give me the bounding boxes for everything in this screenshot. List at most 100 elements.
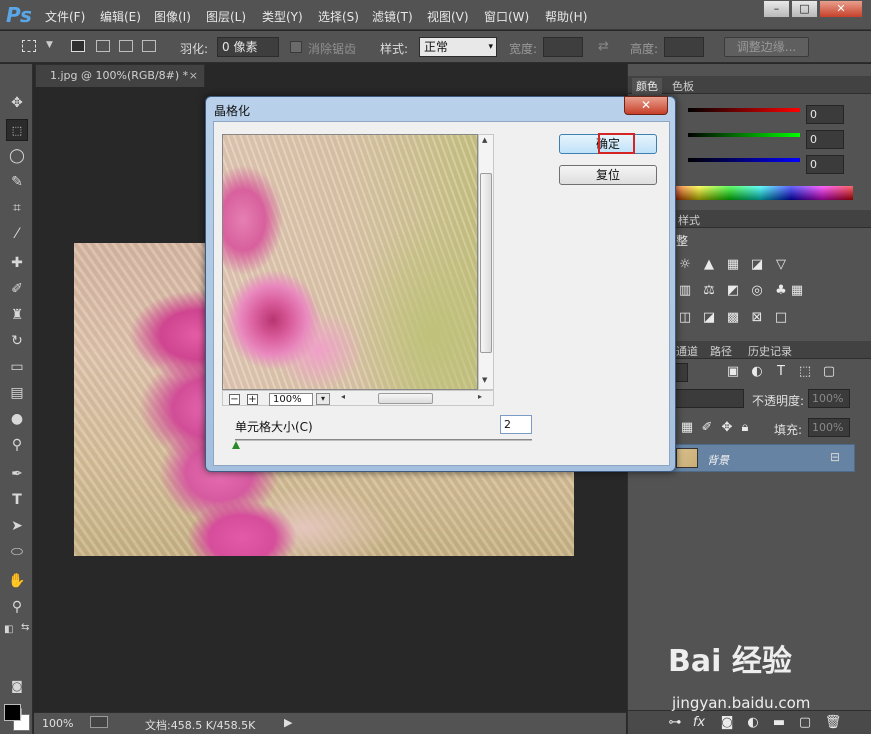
scroll-left-icon[interactable]: ◂ <box>341 392 345 401</box>
menu-view[interactable]: 视图(V) <box>427 8 469 25</box>
maximize-button[interactable]: □ <box>791 0 818 18</box>
move-tool-icon[interactable]: ✥ <box>6 92 28 114</box>
antialias-checkbox[interactable] <box>290 41 302 53</box>
tab-history[interactable]: 历史记录 <box>748 343 792 359</box>
menu-select[interactable]: 选择(S) <box>318 8 359 25</box>
menu-image[interactable]: 图像(I) <box>154 8 191 25</box>
refine-edge-button[interactable]: 调整边缘... <box>724 37 809 57</box>
filter-adjust-icon[interactable]: ◐ <box>748 364 766 380</box>
quick-select-icon[interactable]: ✎ <box>6 171 28 193</box>
brush-tool-icon[interactable]: ✐ <box>6 278 28 300</box>
preview-vertical-thumb[interactable] <box>480 173 492 353</box>
blur-tool-icon[interactable]: ● <box>6 408 28 430</box>
filter-preview[interactable] <box>222 134 478 390</box>
green-slider[interactable] <box>688 133 800 137</box>
levels-icon[interactable]: ▲ <box>700 257 718 273</box>
style-select[interactable]: 正常 ▾ <box>419 37 497 57</box>
lock-move-icon[interactable]: ✥ <box>718 420 736 436</box>
red-slider[interactable] <box>688 108 800 112</box>
lock-paint-icon[interactable]: ✐ <box>698 420 716 436</box>
threshold-icon[interactable]: ▩ <box>724 310 742 326</box>
default-colors-icon[interactable]: ◧ <box>4 624 13 635</box>
selective-color-icon[interactable]: □ <box>772 310 790 326</box>
opacity-input[interactable]: 100% <box>808 389 850 408</box>
scroll-right-icon[interactable]: ▸ <box>478 392 482 401</box>
quick-mask-icon[interactable]: ◙ <box>6 675 28 697</box>
filter-shape-icon[interactable]: ⬚ <box>796 364 814 380</box>
hand-tool-icon[interactable]: ✋ <box>6 570 28 592</box>
menu-help[interactable]: 帮助(H) <box>545 8 587 25</box>
menu-window[interactable]: 窗口(W) <box>484 8 529 25</box>
path-select-icon[interactable]: ➤ <box>6 515 28 537</box>
lasso-tool-icon[interactable]: ◯ <box>6 145 28 167</box>
intersect-selection-icon[interactable] <box>142 40 156 52</box>
menu-edit[interactable]: 编辑(E) <box>100 8 141 25</box>
tab-paths[interactable]: 路径 <box>710 343 732 359</box>
history-brush-icon[interactable]: ↻ <box>6 330 28 352</box>
subtract-selection-icon[interactable] <box>119 40 133 52</box>
width-input[interactable] <box>543 37 583 57</box>
foreground-color-swatch[interactable] <box>4 704 21 721</box>
new-selection-icon[interactable] <box>71 40 85 52</box>
menu-layer[interactable]: 图层(L) <box>206 8 246 25</box>
close-tab-icon[interactable]: × <box>189 65 198 87</box>
color-lookup-icon[interactable]: ▦ <box>788 283 806 299</box>
green-value[interactable]: 0 <box>806 130 844 149</box>
brightness-icon[interactable]: ☼ <box>676 257 694 273</box>
ellipse-tool-icon[interactable]: ⬭ <box>6 541 28 563</box>
dialog-close-button[interactable]: ✕ <box>624 96 668 115</box>
healing-brush-icon[interactable]: ✚ <box>6 252 28 274</box>
scroll-down-icon[interactable]: ▼ <box>482 376 487 384</box>
lock-all-icon[interactable]: 🔒︎ <box>736 420 754 436</box>
fill-input[interactable]: 100% <box>808 418 850 437</box>
preview-horizontal-thumb[interactable] <box>378 393 433 404</box>
menu-type[interactable]: 类型(Y) <box>262 8 303 25</box>
menu-file[interactable]: 文件(F) <box>45 8 85 25</box>
pen-tool-icon[interactable]: ✒ <box>6 463 28 485</box>
marquee-tool-icon[interactable]: ⬚ <box>6 119 28 141</box>
chevron-down-icon[interactable]: ▼ <box>46 40 53 50</box>
preview-zoom-field[interactable]: 100% <box>269 393 313 406</box>
scroll-up-icon[interactable]: ▲ <box>482 136 487 144</box>
cell-size-input[interactable]: 2 <box>500 415 532 434</box>
zoom-dropdown-icon[interactable]: ▾ <box>316 393 330 405</box>
crop-tool-icon[interactable]: ⌗ <box>6 197 28 219</box>
layer-row-background[interactable]: 背景 ⊟ <box>672 444 855 472</box>
gradient-map-icon[interactable]: ⊠ <box>748 310 766 326</box>
swap-colors-icon[interactable]: ⇆ <box>21 622 29 633</box>
zoom-tool-icon[interactable]: ⚲ <box>6 596 28 618</box>
exposure-icon[interactable]: ◪ <box>748 257 766 273</box>
tab-swatches[interactable]: 色板 <box>672 78 694 94</box>
filter-type-icon[interactable]: T <box>772 364 790 380</box>
minimize-button[interactable]: – <box>763 0 790 18</box>
zoom-out-button[interactable]: − <box>229 394 240 405</box>
filter-smart-icon[interactable]: ▢ <box>820 364 838 380</box>
vibrance-icon[interactable]: ▽ <box>772 257 790 273</box>
curves-icon[interactable]: ▦ <box>724 257 742 273</box>
cell-size-slider-handle[interactable] <box>232 441 240 449</box>
tab-styles[interactable]: 样式 <box>678 212 700 228</box>
stamp-tool-icon[interactable]: ♜ <box>6 304 28 326</box>
cell-size-slider[interactable] <box>235 439 532 441</box>
posterize-icon[interactable]: ◪ <box>700 310 718 326</box>
eraser-icon[interactable]: ▭ <box>6 356 28 378</box>
close-button[interactable]: ✕ <box>819 0 863 18</box>
dodge-tool-icon[interactable]: ⚲ <box>6 434 28 456</box>
add-selection-icon[interactable] <box>96 40 110 52</box>
menu-filter[interactable]: 滤镜(T) <box>372 8 413 25</box>
invert-icon[interactable]: ◫ <box>676 310 694 326</box>
eyedropper-icon[interactable]: ⁄ <box>6 223 28 245</box>
height-input[interactable] <box>664 37 704 57</box>
feather-input[interactable]: 0 像素 <box>217 37 279 57</box>
type-tool-icon[interactable]: T <box>6 489 28 511</box>
zoom-in-button[interactable]: + <box>247 394 258 405</box>
red-value[interactable]: 0 <box>806 105 844 124</box>
color-balance-icon[interactable]: ⚖ <box>700 283 718 299</box>
tab-channels[interactable]: 通道 <box>676 343 698 359</box>
filter-pixel-icon[interactable]: ▣ <box>724 364 742 380</box>
status-preview-icon[interactable] <box>90 716 108 728</box>
color-spectrum[interactable] <box>668 186 853 200</box>
blue-slider[interactable] <box>688 158 800 162</box>
preview-vertical-scrollbar[interactable]: ▲ ▼ <box>478 134 494 390</box>
blue-value[interactable]: 0 <box>806 155 844 174</box>
